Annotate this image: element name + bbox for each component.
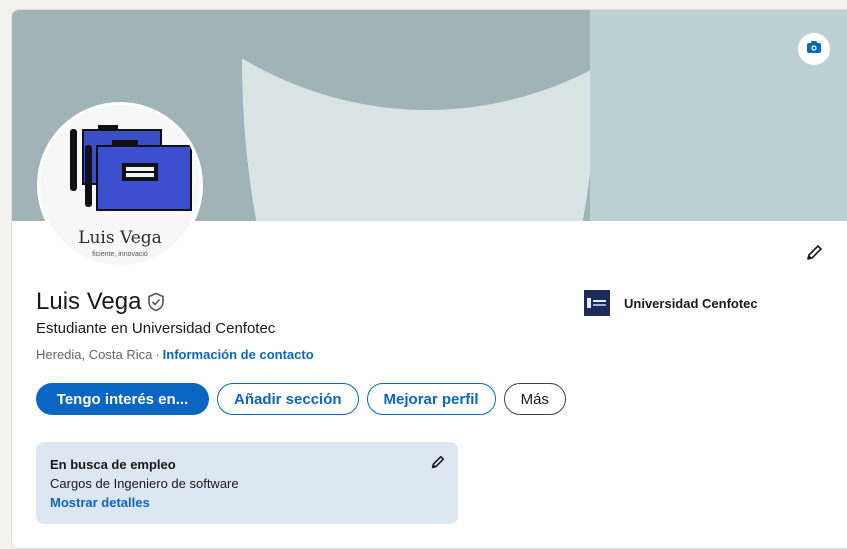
- edit-open-to-work-button[interactable]: [427, 455, 447, 475]
- pencil-icon: [805, 244, 823, 267]
- name-row: Luis Vega: [36, 288, 165, 316]
- organization-name: Universidad Cenfotec: [624, 295, 758, 311]
- add-section-button[interactable]: Añadir sección: [217, 383, 359, 415]
- edit-banner-camera-button[interactable]: [798, 33, 830, 65]
- university-logo-icon: [584, 290, 610, 316]
- open-to-work-card: En busca de empleo Cargos de Ingeniero d…: [36, 442, 458, 524]
- profile-name: Luis Vega: [36, 288, 142, 315]
- pencil-icon: [430, 455, 445, 475]
- verified-shield-icon[interactable]: [147, 292, 165, 312]
- show-details-link[interactable]: Mostrar detalles: [50, 495, 150, 510]
- edit-intro-button[interactable]: [800, 241, 828, 269]
- organization-link[interactable]: Universidad Cenfotec: [584, 290, 758, 316]
- improve-profile-button[interactable]: Mejorar perfil: [366, 383, 496, 415]
- location-row: Heredia, Costa Rica · Información de conta…: [36, 347, 314, 362]
- open-to-button[interactable]: Tengo interés en...: [36, 383, 209, 415]
- banner-arc-decoration: [42, 10, 812, 221]
- profile-avatar[interactable]: Luis Vega ficiente, innovació: [37, 102, 203, 268]
- profile-card: Luis Vega ficiente, innovació Luis Vega …: [11, 9, 847, 549]
- contact-info-link[interactable]: Información de contacto: [163, 347, 314, 362]
- open-to-work-title: En busca de empleo: [50, 457, 176, 472]
- folder-logo-icon: [70, 125, 192, 211]
- separator: ·: [155, 347, 160, 362]
- avatar-tagline: ficiente, innovació: [92, 251, 148, 258]
- open-to-work-roles: Cargos de Ingeniero de software: [50, 476, 239, 491]
- camera-icon: [807, 40, 821, 58]
- profile-actions: Tengo interés en... Añadir sección Mejor…: [36, 383, 574, 415]
- profile-location: Heredia, Costa Rica: [36, 347, 153, 362]
- more-button[interactable]: Más: [503, 383, 566, 415]
- avatar-name-text: Luis Vega: [78, 228, 162, 248]
- profile-headline: Estudiante en Universidad Cenfotec: [36, 320, 276, 337]
